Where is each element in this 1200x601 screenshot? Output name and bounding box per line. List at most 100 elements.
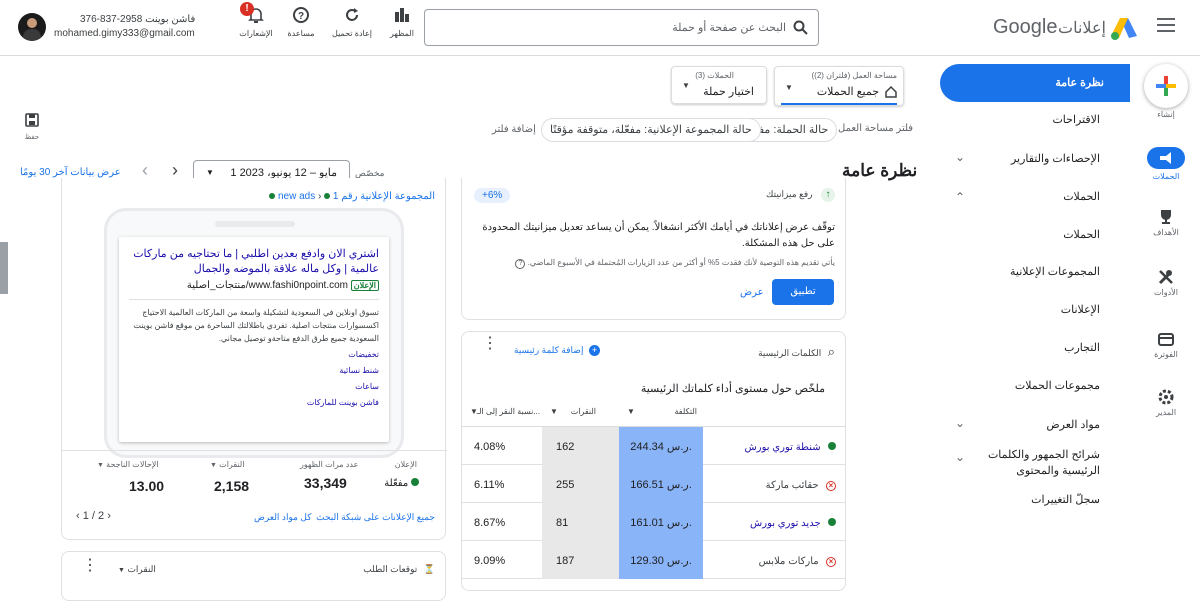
nav-campaign-groups[interactable]: مجموعات الحملات (1015, 379, 1100, 392)
forecast-metric-dropdown[interactable]: ▼ النقرات (118, 564, 156, 575)
rail-tools[interactable]: الأدوات (1136, 268, 1196, 297)
sort-arrow-icon: ▼ (627, 407, 635, 416)
all-assets-link[interactable]: كل مواد العرض (254, 512, 312, 523)
notification-badge: ! (240, 2, 254, 16)
rail-billing[interactable]: الفوترة (1136, 330, 1196, 359)
keyword-search-icon: ⌕ (827, 344, 835, 359)
campaigns-label: الحملات (3) (695, 71, 734, 80)
view-button[interactable]: عرض (740, 287, 764, 298)
active-dot-icon (828, 518, 836, 526)
pager-next-icon[interactable]: › (107, 510, 111, 522)
table-row[interactable]: شنطة توري بورش 244.34 ر.س. 162 4.08% (462, 427, 845, 465)
removed-icon: × (826, 557, 836, 567)
nav-suggestions[interactable]: الاقتراحات (1052, 113, 1100, 126)
pager: ‹ 1 / 2 › (76, 510, 111, 522)
nav-ads[interactable]: الإعلانات (1061, 303, 1100, 316)
nav-experiments[interactable]: التجارب (1064, 341, 1100, 354)
notifications-button[interactable]: ! الإشعارات (236, 2, 276, 38)
tools-icon (1158, 270, 1173, 285)
search-icon (793, 20, 808, 35)
rail-goals[interactable]: الأهداف (1136, 208, 1196, 237)
search-box[interactable]: البحث عن صفحة أو حملة (424, 9, 819, 46)
sitelink[interactable]: تخفيضات (129, 350, 379, 359)
more-vert-icon[interactable]: ⋮ (82, 558, 98, 574)
table-row[interactable]: ماركات ملابس × 129.30 ر.س. 187 9.09% (462, 541, 845, 579)
keyword-cell[interactable]: ماركات ملابس × (686, 541, 836, 579)
phone-mockup: اشتري الان وادفع بعدين اطلبي | ما تحتاجي… (104, 208, 404, 458)
ctr-cell: 9.09% (474, 541, 534, 579)
rail-goals-label: الأهداف (1153, 228, 1179, 237)
sitelink[interactable]: فاشن بوينت للماركات (129, 398, 379, 407)
table-row[interactable]: جديد توري بورش 161.01 ر.س. 81 8.67% (462, 503, 845, 541)
phone-speaker (215, 221, 295, 227)
workspace-label: مساحة العمل (فلتران (2)) (811, 71, 897, 80)
keyword-cell[interactable]: شنطة توري بورش (686, 427, 836, 465)
all-search-ads-link[interactable]: جميع الإعلانات على شبكة البحث (316, 512, 435, 523)
help-button[interactable]: ? مساعدة (284, 6, 318, 38)
nav-campaigns[interactable]: الحملات (1063, 228, 1100, 241)
chevron-up-icon[interactable]: ⌃ (955, 190, 965, 204)
chevron-down-icon[interactable]: ⌄ (955, 150, 965, 164)
add-keyword-link[interactable]: إضافة كلمة رئيسية + (514, 345, 600, 356)
appearance-button[interactable]: المظهر (385, 6, 419, 38)
clicks-value: 81 (556, 517, 569, 529)
pager-prev-icon[interactable]: ‹ (76, 510, 80, 522)
budget-title-text: رفع ميزانيتك (766, 189, 813, 199)
sitelink[interactable]: شنط نسائية (129, 366, 379, 375)
more-vert-icon[interactable]: ⋮ (482, 336, 498, 352)
filter-chip-adgroup-status[interactable]: حالة المجموعة الإعلانية: مفعّلة، متوقفة … (541, 118, 761, 142)
ad-url-row: الإعلان www.fashi0npoint.com/منتجات_اصلي… (129, 280, 379, 291)
apply-button[interactable]: تطبيق (772, 279, 834, 305)
chevron-down-icon[interactable]: ⌄ (955, 450, 965, 464)
active-dot-icon (411, 478, 419, 486)
refresh-button[interactable]: إعادة تحميل (328, 6, 376, 38)
keywords-title-text: الكلمات الرئيسية (758, 348, 822, 358)
nav-insights-reports[interactable]: الإحصاءات والتقارير (1011, 152, 1100, 165)
nav-audiences-keywords[interactable]: شرائح الجمهور والكلمات الرئيسية والمحتوى (960, 447, 1100, 479)
main-menu-icon[interactable] (1157, 18, 1175, 32)
nav-assets[interactable]: مواد العرض (1046, 418, 1100, 431)
rail-create[interactable]: إنشاء (1136, 64, 1196, 119)
sitelink[interactable]: ساعات (129, 382, 379, 391)
chevron-down-icon[interactable]: ⌄ (955, 416, 965, 430)
google-brand: Google (993, 16, 1058, 38)
clicks-cell: 255 (542, 465, 619, 503)
dropdown-arrow-icon: ▼ (682, 81, 690, 90)
stat-conversions-label-text: الإحالات الناجحة (106, 460, 159, 469)
nav-change-history[interactable]: سجلّ التغييرات (1031, 493, 1100, 506)
stat-clicks-label[interactable]: ▼ النقرات (210, 460, 244, 469)
nav-campaigns-group[interactable]: الحملات (1063, 190, 1100, 203)
dropdown-arrow-icon: ▼ (118, 567, 125, 574)
rail-billing-label: الفوترة (1154, 350, 1178, 359)
ad-preview-card: new ads › المجموعة الإعلانية رقم 1 اشتري… (61, 178, 447, 540)
keyword-cell[interactable]: حقائب ماركة × (686, 465, 836, 503)
stat-impressions-value: 33,349 (304, 475, 347, 491)
ad-description: تسوق اونلاين في السعودية لتشكيلة واسعة م… (133, 308, 379, 343)
help-circle-icon[interactable]: ? (515, 259, 526, 269)
workspace-selector[interactable]: مساحة العمل (فلتران (2)) جميع الحملات ▼ (774, 66, 904, 106)
top-bar: إعلانات Google البحث عن صفحة أو حملة الم… (0, 0, 1200, 56)
keyword-cell[interactable]: جديد توري بورش (686, 503, 836, 541)
breadcrumb-adgroup[interactable]: المجموعة الإعلانية رقم 1 (333, 191, 435, 202)
avatar[interactable] (18, 13, 46, 41)
scrollbar-handle[interactable] (0, 242, 8, 294)
nav-overview[interactable]: نظرة عامة (940, 64, 1130, 102)
add-keyword-text: إضافة كلمة رئيسية (514, 345, 584, 355)
campaign-selector[interactable]: الحملات (3) اختيار حملة ▼ (671, 66, 767, 104)
breadcrumb-campaign[interactable]: new ads (278, 191, 315, 202)
forecast-icon: ⏳ (423, 564, 435, 574)
dropdown-arrow-icon: ▼ (785, 83, 793, 92)
save-button[interactable]: حفظ (20, 112, 44, 141)
last-30-days-link[interactable]: عرض بيانات آخر 30 يومًا (20, 167, 121, 178)
rail-campaigns-label: الحملات (1152, 172, 1180, 181)
keyword-text: حقائب ماركة (765, 480, 819, 491)
keywords-card: الكلمات الرئيسية ⌕ إضافة كلمة رئيسية + ⋮… (461, 331, 846, 591)
add-filter-link[interactable]: إضافة فلتر (492, 124, 536, 135)
nav-ad-groups[interactable]: المجموعات الإعلانية (1010, 265, 1100, 278)
ad-headline[interactable]: اشتري الان وادفع بعدين اطلبي | ما تحتاجي… (129, 247, 379, 277)
table-row[interactable]: حقائب ماركة × 166.51 ر.س. 255 6.11% (462, 465, 845, 503)
stat-conversions-label[interactable]: ▼ الإحالات الناجحة (97, 460, 159, 469)
dropdown-arrow-icon: ▼ (206, 168, 214, 177)
rail-admin[interactable]: المدير (1136, 388, 1196, 417)
rail-campaigns[interactable]: الحملات (1136, 147, 1196, 181)
